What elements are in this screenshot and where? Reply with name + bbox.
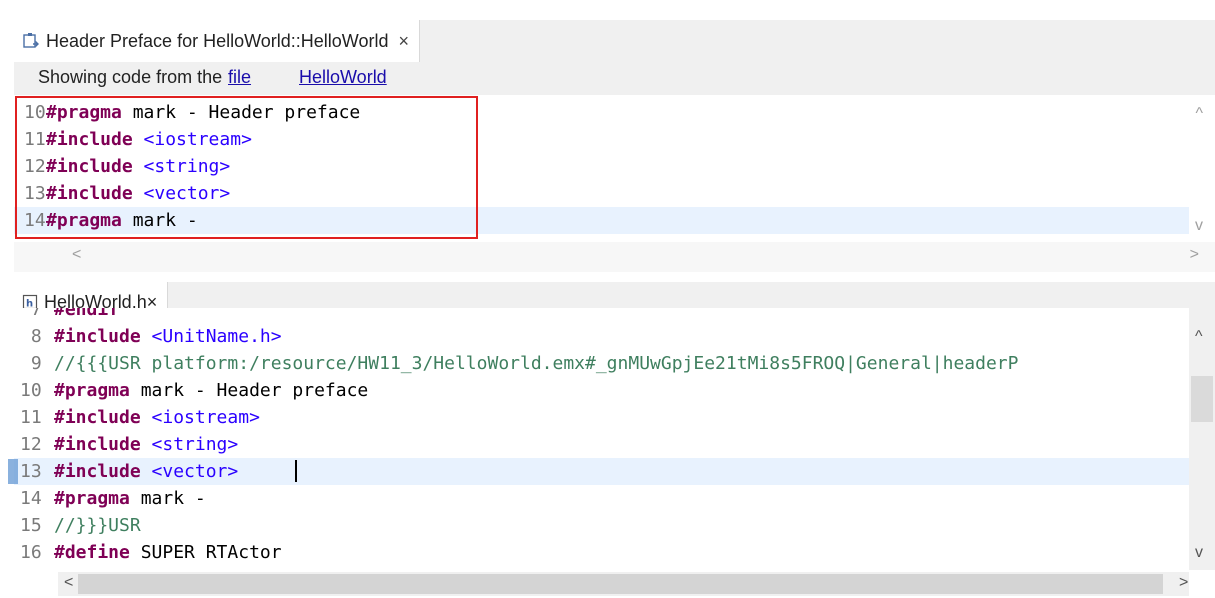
scroll-left-icon[interactable]: < — [72, 246, 81, 264]
preprocessor-keyword: #pragma — [54, 488, 130, 509]
preprocessor-keyword: #include — [54, 461, 141, 482]
code-content: <vector> — [140, 461, 239, 482]
line-number: 8 — [20, 326, 42, 347]
bottom-horizontal-scrollbar[interactable] — [58, 572, 1189, 596]
scroll-up-icon[interactable]: ^ — [1195, 328, 1203, 346]
code-text: #pragma mark - Header preface — [54, 377, 368, 404]
preprocessor-keyword: #include — [54, 407, 141, 428]
scroll-down-icon[interactable]: v — [1195, 217, 1203, 235]
code-snippet-icon — [23, 33, 39, 48]
code-source-infobar: Showing code from the file HelloWorld — [14, 62, 1215, 95]
code-content: <iostream> — [140, 407, 260, 428]
tab-header-preface[interactable]: Header Preface for HelloWorld::HelloWorl… — [14, 20, 420, 62]
line-number: 12 — [20, 434, 42, 455]
scroll-right-icon[interactable]: > — [1190, 246, 1199, 264]
highlight-annotation-box — [15, 96, 478, 239]
code-text: #include <iostream> — [54, 404, 260, 431]
close-icon[interactable]: × — [398, 31, 409, 52]
preprocessor-keyword: #include — [54, 434, 141, 455]
top-tab-strip: Header Preface for HelloWorld::HelloWorl… — [14, 20, 1215, 63]
line-number: 16 — [20, 542, 42, 563]
code-content: SUPER RTActor — [129, 542, 282, 563]
code-content: mark - — [129, 488, 206, 509]
code-content: <string> — [140, 434, 239, 455]
line-number: 10 — [20, 380, 42, 401]
info-prefix-text: Showing code from the — [38, 67, 223, 87]
file-link[interactable]: file — [228, 67, 251, 88]
code-text: //}}}USR — [54, 512, 141, 539]
horizontal-scroll-thumb[interactable] — [78, 574, 1163, 594]
scroll-left-icon[interactable]: < — [64, 574, 73, 592]
top-horizontal-scrollbar[interactable]: < > — [14, 242, 1215, 272]
line-number: 14 — [20, 488, 42, 509]
code-text: #define SUPER RTActor — [54, 539, 282, 566]
helloworld-h-editor-panel: h HelloWorld.h × 7 #endif 8 #include <Unit… — [8, 282, 1215, 598]
code-content: <UnitName.h> — [140, 326, 282, 347]
preprocessor-keyword: #define — [54, 542, 130, 563]
code-text: #include <string> — [54, 431, 238, 458]
code-text: #pragma mark - — [54, 485, 206, 512]
code-content: mark - Header preface — [129, 380, 369, 401]
vertical-scroll-thumb[interactable] — [1191, 376, 1213, 422]
scroll-up-icon[interactable]: ^ — [1195, 105, 1203, 123]
code-content: //{{{USR platform:/resource/HW11_3/Hello… — [54, 353, 1019, 374]
tab-header-preface-label: Header Preface for HelloWorld::HelloWorl… — [46, 30, 389, 51]
line-number: 9 — [20, 353, 42, 374]
code-text: #endif — [54, 308, 119, 323]
line-number: 11 — [20, 407, 42, 428]
line-number: 7 — [20, 308, 42, 320]
bottom-code-editor[interactable]: 7 #endif 8 #include <UnitName.h> 9 //{{{USR… — [8, 308, 1215, 598]
line-number: 13 — [20, 461, 42, 482]
line-number: 15 — [20, 515, 42, 536]
code-content: //}}}USR — [54, 515, 141, 536]
code-text: #include <vector> — [54, 458, 238, 485]
preprocessor-keyword: #include — [54, 326, 141, 347]
helloworld-link[interactable]: HelloWorld — [299, 67, 387, 88]
preprocessor-keyword: #pragma — [54, 380, 130, 401]
code-text: #include <UnitName.h> — [54, 323, 282, 350]
text-cursor — [295, 460, 297, 482]
bottom-vertical-scrollbar[interactable]: ^ v — [1189, 308, 1215, 570]
preprocessor-keyword: #endif — [54, 308, 120, 320]
code-text: //{{{USR platform:/resource/HW11_3/Hello… — [54, 350, 1019, 377]
scroll-down-icon[interactable]: v — [1195, 544, 1203, 562]
scroll-right-icon[interactable]: > — [1179, 574, 1188, 592]
